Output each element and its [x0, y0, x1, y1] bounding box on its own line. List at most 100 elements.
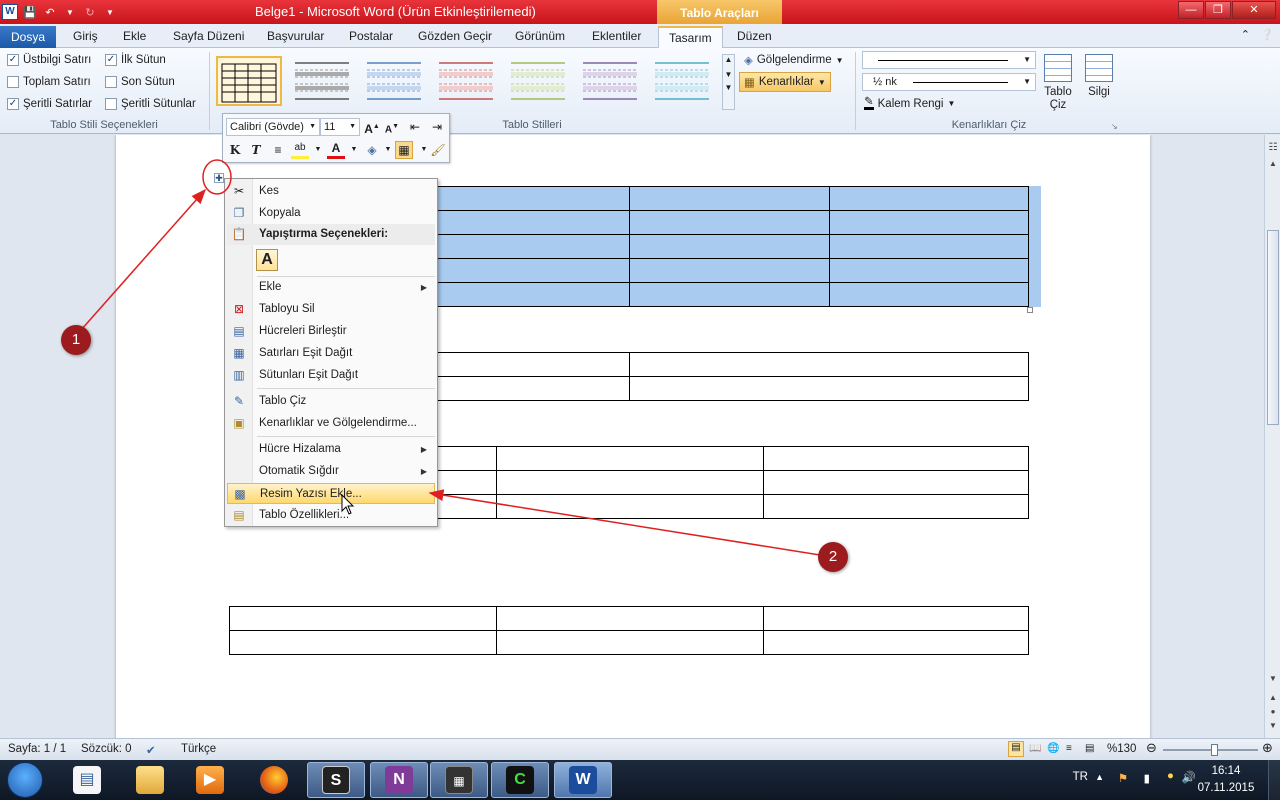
taskbar-media-player[interactable]: ▶	[181, 762, 239, 798]
last-column-checkbox[interactable]: Son Sütun	[105, 76, 175, 88]
chevron-down-icon[interactable]: ▼	[345, 141, 363, 159]
table-cell[interactable]	[496, 606, 764, 631]
table-move-handle-icon[interactable]: ✚	[214, 173, 224, 183]
tab-insert[interactable]: Ekle	[123, 27, 146, 48]
table-style-thumb-3[interactable]	[361, 56, 427, 106]
table-cell[interactable]	[829, 234, 1029, 259]
menu-item-insert-caption[interactable]: ▩ Resim Yazısı Ekle...	[227, 483, 435, 504]
tab-references[interactable]: Başvurular	[267, 27, 324, 48]
taskbar-onenote[interactable]: N	[370, 762, 428, 798]
show-desktop-button[interactable]	[1268, 760, 1280, 800]
ruler-toggle-icon[interactable]: ☷	[1265, 141, 1280, 155]
next-page-icon[interactable]: ▼	[1265, 719, 1280, 733]
start-button[interactable]	[7, 762, 43, 798]
language-indicator[interactable]: Türkçe	[181, 743, 216, 755]
table-cell[interactable]	[763, 494, 1029, 519]
total-row-checkbox[interactable]: Toplam Satırı	[7, 76, 91, 88]
table-style-thumb-7[interactable]	[649, 56, 715, 106]
line-style-combo[interactable]: ▼	[862, 51, 1036, 69]
table-4[interactable]	[229, 606, 1029, 655]
banded-columns-checkbox[interactable]: Şeritli Sütunlar	[105, 98, 196, 110]
bold-button[interactable]: K	[226, 141, 244, 159]
clock-date[interactable]: 07.11.2015	[1196, 782, 1256, 794]
table-cell[interactable]	[429, 210, 630, 235]
previous-page-icon[interactable]: ▲	[1265, 691, 1280, 705]
action-center-icon[interactable]: ⚑	[1118, 771, 1128, 785]
redo-icon[interactable]: ↻	[82, 4, 98, 20]
borders-icon[interactable]: ▦	[395, 141, 413, 159]
table-cell[interactable]	[429, 282, 630, 307]
table-cell[interactable]	[629, 352, 1029, 377]
menu-item-delete-table[interactable]: ⊠ Tabloyu Sil	[227, 299, 435, 320]
table-cell[interactable]	[629, 282, 830, 307]
word-logo-icon[interactable]: W	[2, 4, 18, 20]
customize-qat-icon[interactable]: ▼	[102, 4, 118, 20]
menu-item-insert[interactable]: Ekle ▶	[227, 277, 435, 298]
table-style-thumb-6[interactable]	[577, 56, 643, 106]
table-cell[interactable]	[829, 258, 1029, 283]
table-cell[interactable]	[496, 630, 764, 655]
zoom-out-icon[interactable]: ⊖	[1146, 740, 1157, 756]
borders-button[interactable]: ▦ Kenarlıklar ▼	[739, 72, 831, 92]
table-cell[interactable]	[629, 376, 1029, 401]
table-cell[interactable]	[629, 210, 830, 235]
font-name-combo[interactable]: Calibri (Gövde) ▼	[226, 118, 320, 136]
banded-rows-checkbox[interactable]: ✓ Şeritli Satırlar	[7, 98, 92, 110]
browse-object-icon[interactable]: ●	[1265, 705, 1280, 719]
table-cell[interactable]	[763, 606, 1029, 631]
zoom-slider[interactable]	[1163, 744, 1258, 756]
grow-font-icon[interactable]: A▲	[363, 118, 381, 136]
menu-item-cut[interactable]: ✂ Kes	[227, 181, 435, 202]
table-cell[interactable]	[829, 210, 1029, 235]
menu-item-table-properties[interactable]: ▤ Tablo Özellikleri...	[227, 505, 435, 526]
volume-icon[interactable]: 🔊	[1182, 770, 1196, 784]
page-count[interactable]: Sayfa: 1 / 1	[8, 743, 66, 755]
gallery-more-icon[interactable]: ▼	[723, 83, 734, 92]
print-layout-icon[interactable]: ▤	[1008, 741, 1024, 757]
outline-view-icon[interactable]: ≡	[1066, 743, 1072, 754]
format-painter-icon[interactable]: 🖌	[429, 141, 447, 159]
table-cell[interactable]	[829, 282, 1029, 307]
table-cell[interactable]	[229, 630, 497, 655]
save-icon[interactable]: 💾	[22, 4, 38, 20]
shading-button[interactable]: ◈ Gölgelendirme ▼	[744, 53, 844, 67]
table-cell[interactable]	[429, 186, 630, 211]
taskbar-terminal[interactable]: ▦	[430, 762, 488, 798]
tab-file[interactable]: Dosya	[0, 26, 56, 48]
table-cell[interactable]	[629, 258, 830, 283]
shrink-font-icon[interactable]: A▼	[383, 118, 401, 136]
header-row-checkbox[interactable]: ✓ Üstbilgi Satırı	[7, 54, 91, 66]
table-cell[interactable]	[496, 470, 764, 495]
tab-view[interactable]: Görünüm	[515, 27, 565, 48]
tab-review[interactable]: Gözden Geçir	[418, 27, 492, 48]
table-resize-handle[interactable]	[1027, 307, 1033, 313]
taskbar-folder[interactable]	[121, 762, 179, 798]
increase-indent-icon[interactable]: ⇥	[428, 118, 446, 136]
zoom-in-icon[interactable]: ⊕	[1262, 740, 1273, 756]
taskbar-snagit[interactable]: S	[307, 762, 365, 798]
draft-view-icon[interactable]: ▤	[1085, 743, 1094, 754]
taskbar-word[interactable]: W	[554, 762, 612, 798]
chevron-down-icon[interactable]: ▼	[309, 141, 327, 159]
menu-item-distribute-columns[interactable]: ▥ Sütunları Eşit Dağıt	[227, 365, 435, 386]
eraser-button[interactable]: Silgi	[1082, 54, 1116, 98]
table-style-thumb-4[interactable]	[433, 56, 499, 106]
first-column-checkbox[interactable]: ✓ İlk Sütun	[105, 54, 166, 66]
paste-keep-text-only-button[interactable]: A	[256, 249, 278, 271]
pen-color-button[interactable]: ✎ Kalem Rengi ▼	[864, 96, 955, 110]
taskbar-firefox[interactable]	[245, 762, 303, 798]
table-style-thumb-1[interactable]	[216, 56, 282, 106]
help-icon[interactable]: ❔	[1260, 28, 1274, 41]
vertical-scrollbar[interactable]: ☷ ▲ ▼ ▲ ● ▼	[1264, 135, 1280, 738]
table-cell[interactable]	[763, 630, 1029, 655]
menu-item-autofit[interactable]: Otomatik Sığdır ▶	[227, 461, 435, 482]
menu-item-draw-table[interactable]: ✎ Tablo Çiz	[227, 391, 435, 412]
font-color-icon[interactable]: A	[327, 141, 345, 159]
proofing-icon[interactable]: ✔	[146, 743, 156, 757]
table-cell[interactable]	[829, 186, 1029, 211]
undo-dropdown-icon[interactable]: ▼	[62, 4, 78, 20]
undo-icon[interactable]: ↶	[42, 4, 58, 20]
scroll-down-icon[interactable]: ▼	[1265, 672, 1280, 686]
minimize-ribbon-icon[interactable]: ⌃	[1241, 28, 1250, 41]
gallery-scroll[interactable]: ▲ ▼ ▼	[722, 54, 735, 110]
